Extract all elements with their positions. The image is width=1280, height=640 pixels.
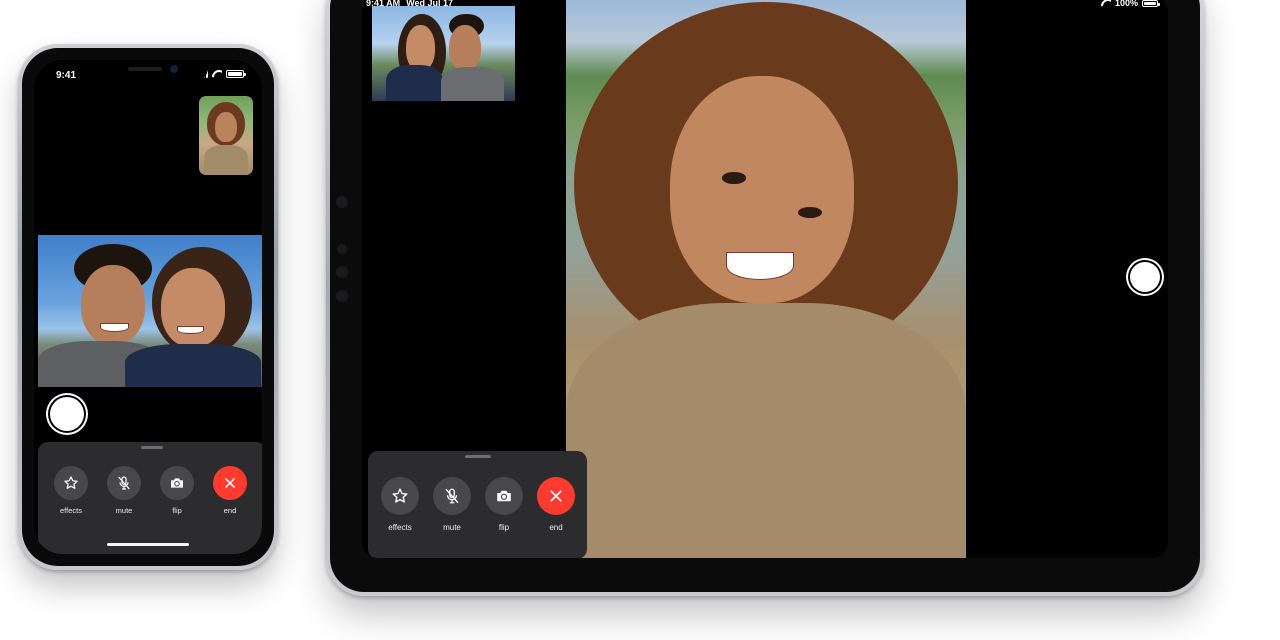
panel-grabber[interactable] <box>464 455 491 458</box>
mute-control: mute <box>106 466 142 515</box>
ipad-front-camera-icon <box>337 244 347 254</box>
effects-label: effects <box>60 506 82 515</box>
wifi-icon <box>1101 0 1111 7</box>
ipad-sensor-dot <box>336 290 348 302</box>
end-control: end <box>536 477 576 532</box>
capture-live-photo-button[interactable] <box>50 397 84 431</box>
star-icon <box>64 476 78 489</box>
mute-control: mute <box>432 477 472 532</box>
effects-control: effects <box>53 466 89 515</box>
remote-video <box>38 235 262 387</box>
flip-label: flip <box>172 506 182 515</box>
ipad-bezel: 9:41 AM Wed Jul 17 100% effects mute fli… <box>330 0 1200 592</box>
end-control: end <box>212 466 248 515</box>
close-icon <box>550 490 562 502</box>
call-controls-panel: effects mute flip end <box>38 442 262 554</box>
end-call-button[interactable] <box>213 466 247 500</box>
front-camera-icon <box>170 65 178 73</box>
facetime-devices-scene: 9:41 effects mute flip end 9:41 AM Wed J… <box>0 0 1280 640</box>
status-time: 9:41 <box>56 70 77 81</box>
iphone-device: 9:41 effects mute flip end <box>18 44 278 570</box>
iphone-bezel: 9:41 effects mute flip end <box>22 48 274 566</box>
effects-control: effects <box>380 477 420 532</box>
panel-grabber[interactable] <box>141 446 163 449</box>
mic-slash-icon <box>445 488 459 504</box>
call-controls-row: effects mute flip end <box>380 477 576 532</box>
flip-control: flip <box>159 466 195 515</box>
ipad-sensor-dot <box>336 196 348 208</box>
effects-label: effects <box>388 523 412 532</box>
battery-percent: 100% <box>1114 0 1138 8</box>
ipad-status-right: 100% <box>1101 0 1160 8</box>
capture-live-photo-button[interactable] <box>1130 262 1160 292</box>
battery-icon <box>226 70 246 78</box>
self-view-pip[interactable] <box>199 96 253 175</box>
mic-slash-icon <box>118 476 130 490</box>
close-icon <box>225 478 235 488</box>
flip-button[interactable] <box>160 466 194 500</box>
effects-button[interactable] <box>54 466 88 500</box>
flip-label: flip <box>498 523 510 532</box>
ipad-device: 9:41 AM Wed Jul 17 100% effects mute fli… <box>326 0 1204 596</box>
call-controls-row: effects mute flip end <box>53 466 248 515</box>
mute-label: mute <box>443 523 461 532</box>
self-view-pip[interactable] <box>372 6 515 101</box>
iphone-screen: 9:41 effects mute flip end <box>34 60 262 554</box>
star-icon <box>392 488 408 503</box>
remote-video <box>566 0 966 558</box>
end-call-button[interactable] <box>537 477 575 515</box>
camera-flip-icon <box>171 478 183 488</box>
call-controls-panel: effects mute flip end <box>368 451 587 558</box>
ipad-screen: 9:41 AM Wed Jul 17 100% effects mute fli… <box>362 0 1168 558</box>
mute-label: mute <box>115 506 133 515</box>
home-indicator[interactable] <box>107 543 189 546</box>
flip-button[interactable] <box>485 477 523 515</box>
mute-button[interactable] <box>433 477 471 515</box>
end-label: end <box>223 506 237 515</box>
ipad-sensor-dot <box>336 266 348 278</box>
earpiece-speaker <box>128 67 162 71</box>
iphone-notch <box>88 60 208 82</box>
camera-flip-icon <box>497 490 511 502</box>
flip-control: flip <box>484 477 524 532</box>
wifi-icon <box>212 70 222 78</box>
end-label: end <box>549 523 563 532</box>
mute-button[interactable] <box>107 466 141 500</box>
battery-icon <box>1142 0 1160 7</box>
effects-button[interactable] <box>381 477 419 515</box>
